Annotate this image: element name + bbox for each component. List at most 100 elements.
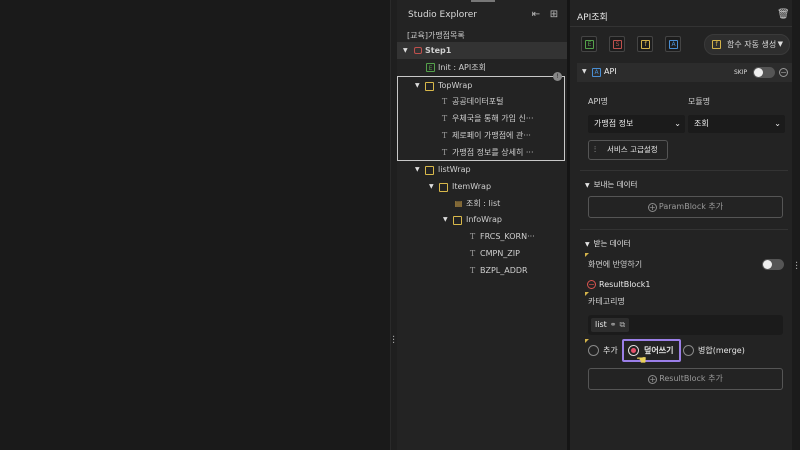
folder-icon <box>425 166 434 175</box>
caret-down-icon[interactable]: ▼ <box>403 42 408 59</box>
required-marker <box>585 253 589 257</box>
module-name-select[interactable]: 조회 ⌄ <box>688 115 785 133</box>
required-marker <box>585 339 589 343</box>
tree-item-listwrap[interactable]: ▼ listWrap <box>397 161 567 178</box>
tree-item-text[interactable]: T BZPL_ADDR <box>397 262 567 279</box>
module-name-label: 모듈명 <box>688 97 711 106</box>
step-icon: S <box>613 40 622 49</box>
left-splitter[interactable]: · · · <box>390 0 397 450</box>
tree-item-label: 제로페이 가맹점에 관··· <box>452 131 531 140</box>
radio-overwrite-label: 덮어쓰기 <box>644 346 674 355</box>
caret-down-icon[interactable]: ▼ <box>415 161 420 178</box>
button-label: ParamBlock 추가 <box>658 202 724 211</box>
radio-add-label: 추가 <box>603 346 618 355</box>
tree-item-label: BZPL_ADDR <box>480 266 528 275</box>
tree-item-infowrap[interactable]: ▼ InfoWrap <box>397 211 567 228</box>
caret-down-icon[interactable]: ▼ <box>415 77 420 94</box>
radio-add[interactable] <box>588 345 599 356</box>
resultblock-title: ResultBlock1 <box>599 280 651 289</box>
hand-cursor-icon: ☚ <box>636 353 647 367</box>
caret-down-icon[interactable]: ▼ <box>429 178 434 195</box>
receive-data-header[interactable]: ▼ 받는 데이터 <box>585 238 631 249</box>
tree-item-list-query[interactable]: ▤ 조회 : list <box>397 195 567 212</box>
caret-down-icon[interactable]: ▼ <box>585 182 590 189</box>
panel-title: API조회 <box>577 13 608 23</box>
type-button-function[interactable]: f <box>637 36 653 52</box>
category-input[interactable]: list ⚭ ⧉ <box>588 315 783 335</box>
caret-down-icon[interactable]: ▼ <box>582 68 587 75</box>
tree-item-label: 공공데이터포털 <box>452 97 504 106</box>
button-label: ResultBlock 추가 <box>659 374 723 383</box>
tree-item-text[interactable]: T CMPN_ZIP <box>397 245 567 262</box>
chevron-down-icon: ⌄ <box>774 119 781 128</box>
tree-item-step1[interactable]: ▼ Step1 <box>397 42 567 59</box>
type-button-step[interactable]: S <box>609 36 625 52</box>
function-icon: f <box>712 40 721 49</box>
service-settings-button[interactable]: ⫶ 서비스 고급설정 <box>588 140 668 160</box>
tree-item-text[interactable]: T FRCS_KORN··· <box>397 228 567 245</box>
function-icon: f <box>641 40 650 49</box>
folder-icon <box>439 183 448 192</box>
caret-down-icon[interactable]: ▼ <box>585 241 590 248</box>
add-resultblock-button[interactable]: + ResultBlock 추가 <box>588 368 783 390</box>
tree-item-label: FRCS_KORN··· <box>480 232 535 241</box>
tree-item-text[interactable]: T 제로페이 가맹점에 관··· <box>397 127 567 144</box>
link-icon[interactable]: ⚭ <box>610 320 617 329</box>
tree-item-label: CMPN_ZIP <box>480 249 520 258</box>
tree-item-label: TopWrap <box>438 81 473 90</box>
tree-item-topwrap[interactable]: ▼ TopWrap <box>397 77 567 94</box>
send-data-header[interactable]: ▼ 보내는 데이터 <box>585 179 637 190</box>
reflect-label: 화면에 반영하기 <box>588 260 643 269</box>
tree-item-label: Step1 <box>425 46 452 55</box>
explorer-breadcrumb: [교육]가맹점목록 <box>407 31 465 40</box>
divider <box>570 26 792 27</box>
explorer-header: Studio Explorer ⇤ ⊞ <box>397 8 567 24</box>
add-paramblock-button[interactable]: + ParamBlock 추가 <box>588 196 783 218</box>
divider <box>580 229 788 230</box>
trash-icon[interactable]: 🗑 <box>777 9 790 21</box>
text-icon: T <box>441 148 448 157</box>
properties-panel: API조회 🗑 E S f A f 함수 자동 생성 ▼ ▼ A API SKI… <box>570 0 792 450</box>
api-icon: A <box>592 68 601 77</box>
tree-item-label: 가맹점 정보를 상세히 ··· <box>452 148 534 157</box>
chevron-down-icon: ⌄ <box>674 119 681 128</box>
remove-resultblock-icon[interactable]: − <box>587 280 596 289</box>
folder-icon <box>453 216 462 225</box>
type-button-api[interactable]: A <box>665 36 681 52</box>
collapse-all-icon[interactable]: ⇤ <box>530 9 542 21</box>
skip-toggle[interactable] <box>753 67 775 78</box>
radio-merge[interactable] <box>683 345 694 356</box>
step-icon <box>414 47 422 54</box>
category-chip[interactable]: list ⚭ ⧉ <box>591 318 630 332</box>
plus-icon: + <box>648 375 658 384</box>
caret-down-icon[interactable]: ▼ <box>443 211 448 228</box>
tree-item-text[interactable]: T 가맹점 정보를 상세히 ··· <box>397 144 567 161</box>
tree-item-label: InfoWrap <box>466 215 502 224</box>
tree-item-itemwrap[interactable]: ▼ ItemWrap <box>397 178 567 195</box>
right-scrollbar[interactable]: · · · <box>792 0 800 450</box>
copy-icon[interactable]: ⧉ <box>619 320 625 329</box>
select-value: 조회 <box>694 119 709 128</box>
select-value: 가맹점 정보 <box>594 119 634 128</box>
tree-item-label: Init : API조회 <box>438 63 486 72</box>
api-name-select[interactable]: 가맹점 정보 ⌄ <box>588 115 685 133</box>
database-icon: ▤ <box>454 199 463 208</box>
remove-icon[interactable]: − <box>779 68 788 77</box>
design-canvas[interactable] <box>0 0 390 450</box>
text-icon: T <box>441 114 448 123</box>
button-label: 함수 자동 생성 <box>727 40 777 49</box>
layout-icon[interactable]: ⊞ <box>548 9 560 21</box>
auto-generate-function-button[interactable]: f 함수 자동 생성 ▼ <box>704 34 790 55</box>
event-icon: E <box>585 40 594 49</box>
api-section-header[interactable]: ▼ A API SKIP − <box>577 63 792 82</box>
reflect-toggle[interactable] <box>762 259 784 270</box>
studio-explorer-panel: Studio Explorer ⇤ ⊞ [교육]가맹점목록 ! ▼ Step1 … <box>397 0 567 450</box>
tree-item-text[interactable]: T 공공데이터포털 <box>397 93 567 110</box>
toggle-knob <box>754 68 763 77</box>
tree-item-init-api[interactable]: E Init : API조회 <box>397 59 567 76</box>
type-button-event[interactable]: E <box>581 36 597 52</box>
drag-handle-icon[interactable]: · · · <box>795 259 798 275</box>
tree-item-text[interactable]: T 우체국을 통해 가입 신··· <box>397 110 567 127</box>
divider <box>580 170 788 171</box>
drag-handle-icon[interactable]: · · · <box>392 333 395 349</box>
